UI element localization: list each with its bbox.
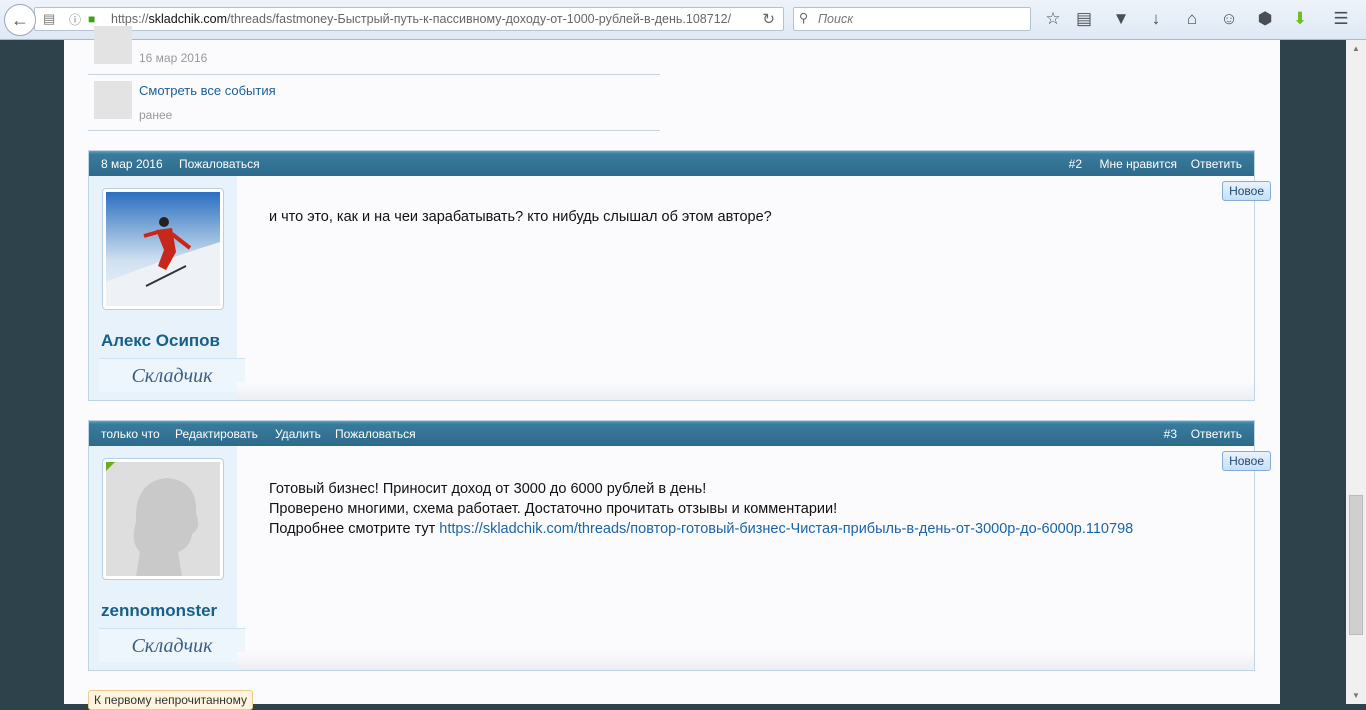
username-link[interactable]: zennomonster	[101, 601, 217, 621]
lock-icon: ■	[88, 12, 96, 26]
scrollbar[interactable]: ▲ ▼	[1346, 40, 1366, 704]
scroll-up-icon[interactable]: ▲	[1346, 44, 1366, 53]
search-placeholder: Поиск	[818, 12, 854, 26]
scroll-down-icon[interactable]: ▼	[1346, 691, 1366, 700]
user-rank-banner: Складчик	[99, 358, 245, 392]
back-button[interactable]: ←	[4, 4, 36, 36]
post-date[interactable]: только что	[101, 427, 160, 441]
url-text[interactable]: https://skladchik.com/threads/fastmoney-…	[111, 12, 731, 26]
event-avatar	[94, 81, 132, 119]
edit-link[interactable]: Редактировать	[175, 427, 258, 441]
view-all-events-link[interactable]: Смотреть все события	[139, 83, 276, 98]
thread-link[interactable]: https://skladchik.com/threads/повтор-гот…	[439, 521, 1133, 537]
url-prefix: https://	[111, 12, 149, 26]
username-link[interactable]: Алекс Осипов	[101, 331, 220, 351]
bookmark-star-icon[interactable]: ☆	[1042, 9, 1064, 29]
user-info: Алекс Осипов Складчик	[89, 176, 245, 400]
browser-toolbar: ← ▤ ⓘ ■ https://skladchik.com/threads/fa…	[0, 0, 1366, 40]
url-bar[interactable]: ▤ ⓘ ■ https://skladchik.com/threads/fast…	[34, 7, 784, 31]
page-content: 16 мар 2016 Смотреть все события ранее 8…	[64, 26, 1280, 710]
reply-link[interactable]: Ответить	[1191, 157, 1242, 171]
scrollbar-thumb[interactable]	[1349, 495, 1363, 635]
message-line: Готовый бизнес! Приносит доход от 3000 д…	[269, 481, 707, 497]
post-number[interactable]: #2	[1069, 157, 1082, 171]
search-icon: ⚲	[799, 11, 809, 25]
skier-avatar-image	[106, 192, 220, 306]
message-line: Проверено многими, схема работает. Доста…	[269, 501, 838, 517]
pocket-icon[interactable]: ▼	[1110, 9, 1132, 29]
like-link[interactable]: Мне нравится	[1099, 157, 1177, 171]
reply-link[interactable]: Ответить	[1191, 427, 1242, 441]
post-footer-fade	[237, 652, 1254, 670]
post-3: только что Редактировать Удалить Пожалов…	[88, 420, 1271, 671]
search-input[interactable]: ⚲ Поиск	[793, 7, 1031, 31]
eye-extension-icon[interactable]: ⬢	[1254, 9, 1276, 29]
post-header: только что Редактировать Удалить Пожалов…	[89, 421, 1254, 446]
reading-list-icon[interactable]: ▤	[1073, 9, 1095, 29]
menu-icon[interactable]: ☰	[1330, 9, 1352, 29]
user-info: zennomonster Складчик	[89, 446, 245, 670]
post-message: и что это, как и на чеи зарабатывать? кт…	[269, 207, 772, 227]
event-date: 16 мар 2016	[139, 51, 208, 65]
message-line: и что это, как и на чеи зарабатывать? кт…	[269, 209, 772, 225]
delete-link[interactable]: Удалить	[275, 427, 321, 441]
event-avatar	[94, 26, 132, 64]
default-avatar-image	[103, 459, 220, 576]
home-icon[interactable]: ⌂	[1181, 9, 1203, 29]
event-item: 16 мар 2016	[88, 26, 660, 75]
reload-icon[interactable]: ↻	[762, 10, 775, 28]
report-link[interactable]: Пожаловаться	[179, 157, 260, 171]
event-date: ранее	[139, 108, 173, 122]
user-rank-banner: Складчик	[99, 628, 245, 662]
url-domain: skladchik.com	[148, 12, 228, 26]
event-item: Смотреть все события ранее	[88, 75, 660, 131]
message-line: Подробнее смотрите тут	[269, 521, 440, 537]
url-path: /threads/fastmoney-Быстрый-путь-к-пассив…	[227, 12, 732, 26]
avatar[interactable]	[102, 458, 224, 580]
post-message: Готовый бизнес! Приносит доход от 3000 д…	[269, 479, 1133, 539]
chat-icon[interactable]: ☺	[1218, 9, 1240, 29]
first-unread-button[interactable]: К первому непрочитанному	[88, 690, 253, 710]
download-icon[interactable]: ↓	[1145, 9, 1167, 29]
post-date[interactable]: 8 мар 2016	[101, 157, 163, 171]
library-icon: ▤	[43, 11, 56, 26]
new-badge: Новое	[1222, 451, 1271, 471]
post-header: 8 мар 2016 Пожаловаться #2 Мне нравится …	[89, 151, 1254, 176]
report-link[interactable]: Пожаловаться	[335, 427, 416, 441]
post-footer-fade	[237, 382, 1254, 400]
new-badge: Новое	[1222, 181, 1271, 201]
info-icon[interactable]: ⓘ	[69, 11, 81, 28]
post-2: 8 мар 2016 Пожаловаться #2 Мне нравится …	[88, 150, 1271, 401]
avatar[interactable]	[102, 188, 224, 310]
post-number[interactable]: #3	[1164, 427, 1177, 441]
green-download-icon[interactable]: ⬇	[1289, 9, 1311, 29]
